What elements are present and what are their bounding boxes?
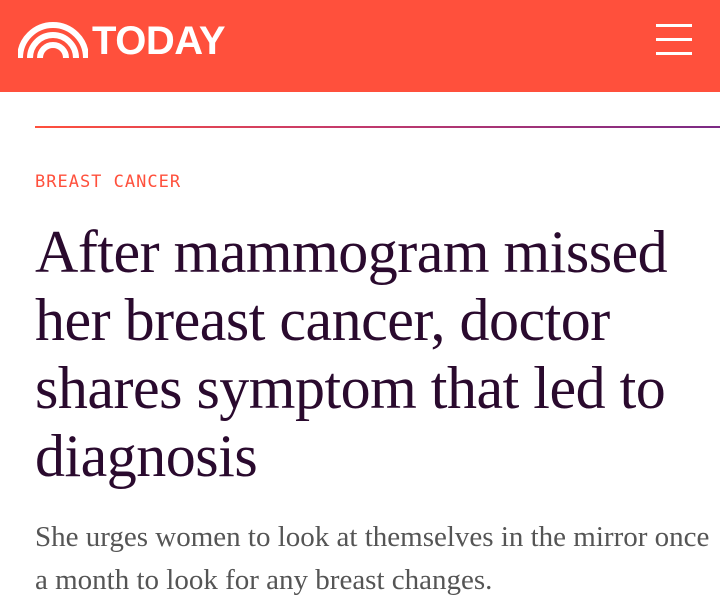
- today-logo[interactable]: TODAY: [18, 19, 226, 63]
- hamburger-menu-icon-bar-bottom: [656, 52, 692, 55]
- category-link[interactable]: BREAST CANCER: [35, 172, 181, 192]
- article-headline: After mammogram missed her breast cancer…: [35, 219, 668, 489]
- hamburger-menu-button[interactable]: [654, 20, 694, 58]
- site-header: TODAY: [0, 0, 720, 92]
- gradient-divider: [35, 126, 720, 128]
- hamburger-menu-icon-bar-middle: [656, 38, 692, 41]
- hamburger-menu-icon-bar-top: [656, 24, 692, 27]
- brand-name: TODAY: [92, 19, 226, 63]
- rainbow-logo-icon: [18, 22, 88, 59]
- article-dek: She urges women to look at themselves in…: [35, 521, 710, 596]
